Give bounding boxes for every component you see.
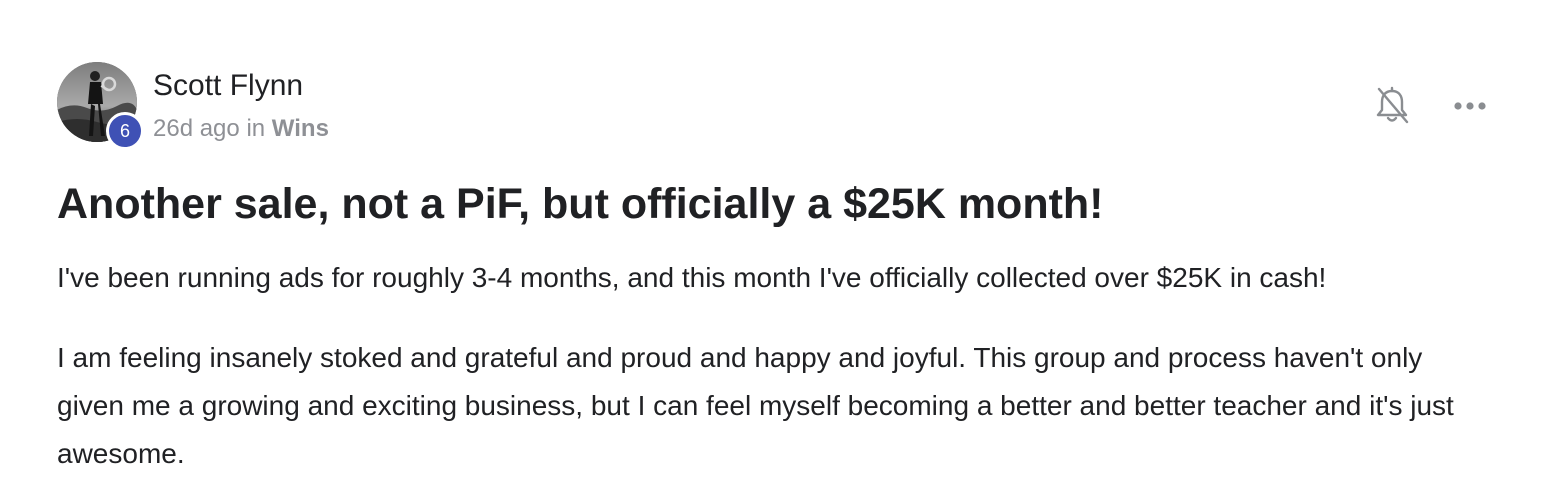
category-link[interactable]: Wins [272, 115, 329, 142]
meta-in-word: in [246, 115, 266, 142]
post-body-paragraph: I've been running ads for roughly 3-4 mo… [57, 262, 1327, 293]
author-name[interactable]: Scott Flynn [153, 68, 303, 104]
post-time: 26d ago [153, 115, 240, 142]
post-card: 6 Scott Flynn 26d ago in Wins Another sa… [0, 0, 1560, 500]
notifications-toggle-button[interactable] [1370, 84, 1414, 128]
bell-off-icon [1376, 86, 1409, 124]
more-options-button[interactable] [1448, 84, 1492, 128]
post-title[interactable]: Another sale, not a PiF, but officially … [57, 176, 1104, 232]
post-body-paragraph: I am feeling insanely stoked and gratefu… [57, 342, 1454, 469]
level-badge: 6 [106, 112, 144, 150]
post-meta: 26d ago in Wins [153, 113, 329, 145]
more-horizontal-icon [1454, 102, 1486, 110]
